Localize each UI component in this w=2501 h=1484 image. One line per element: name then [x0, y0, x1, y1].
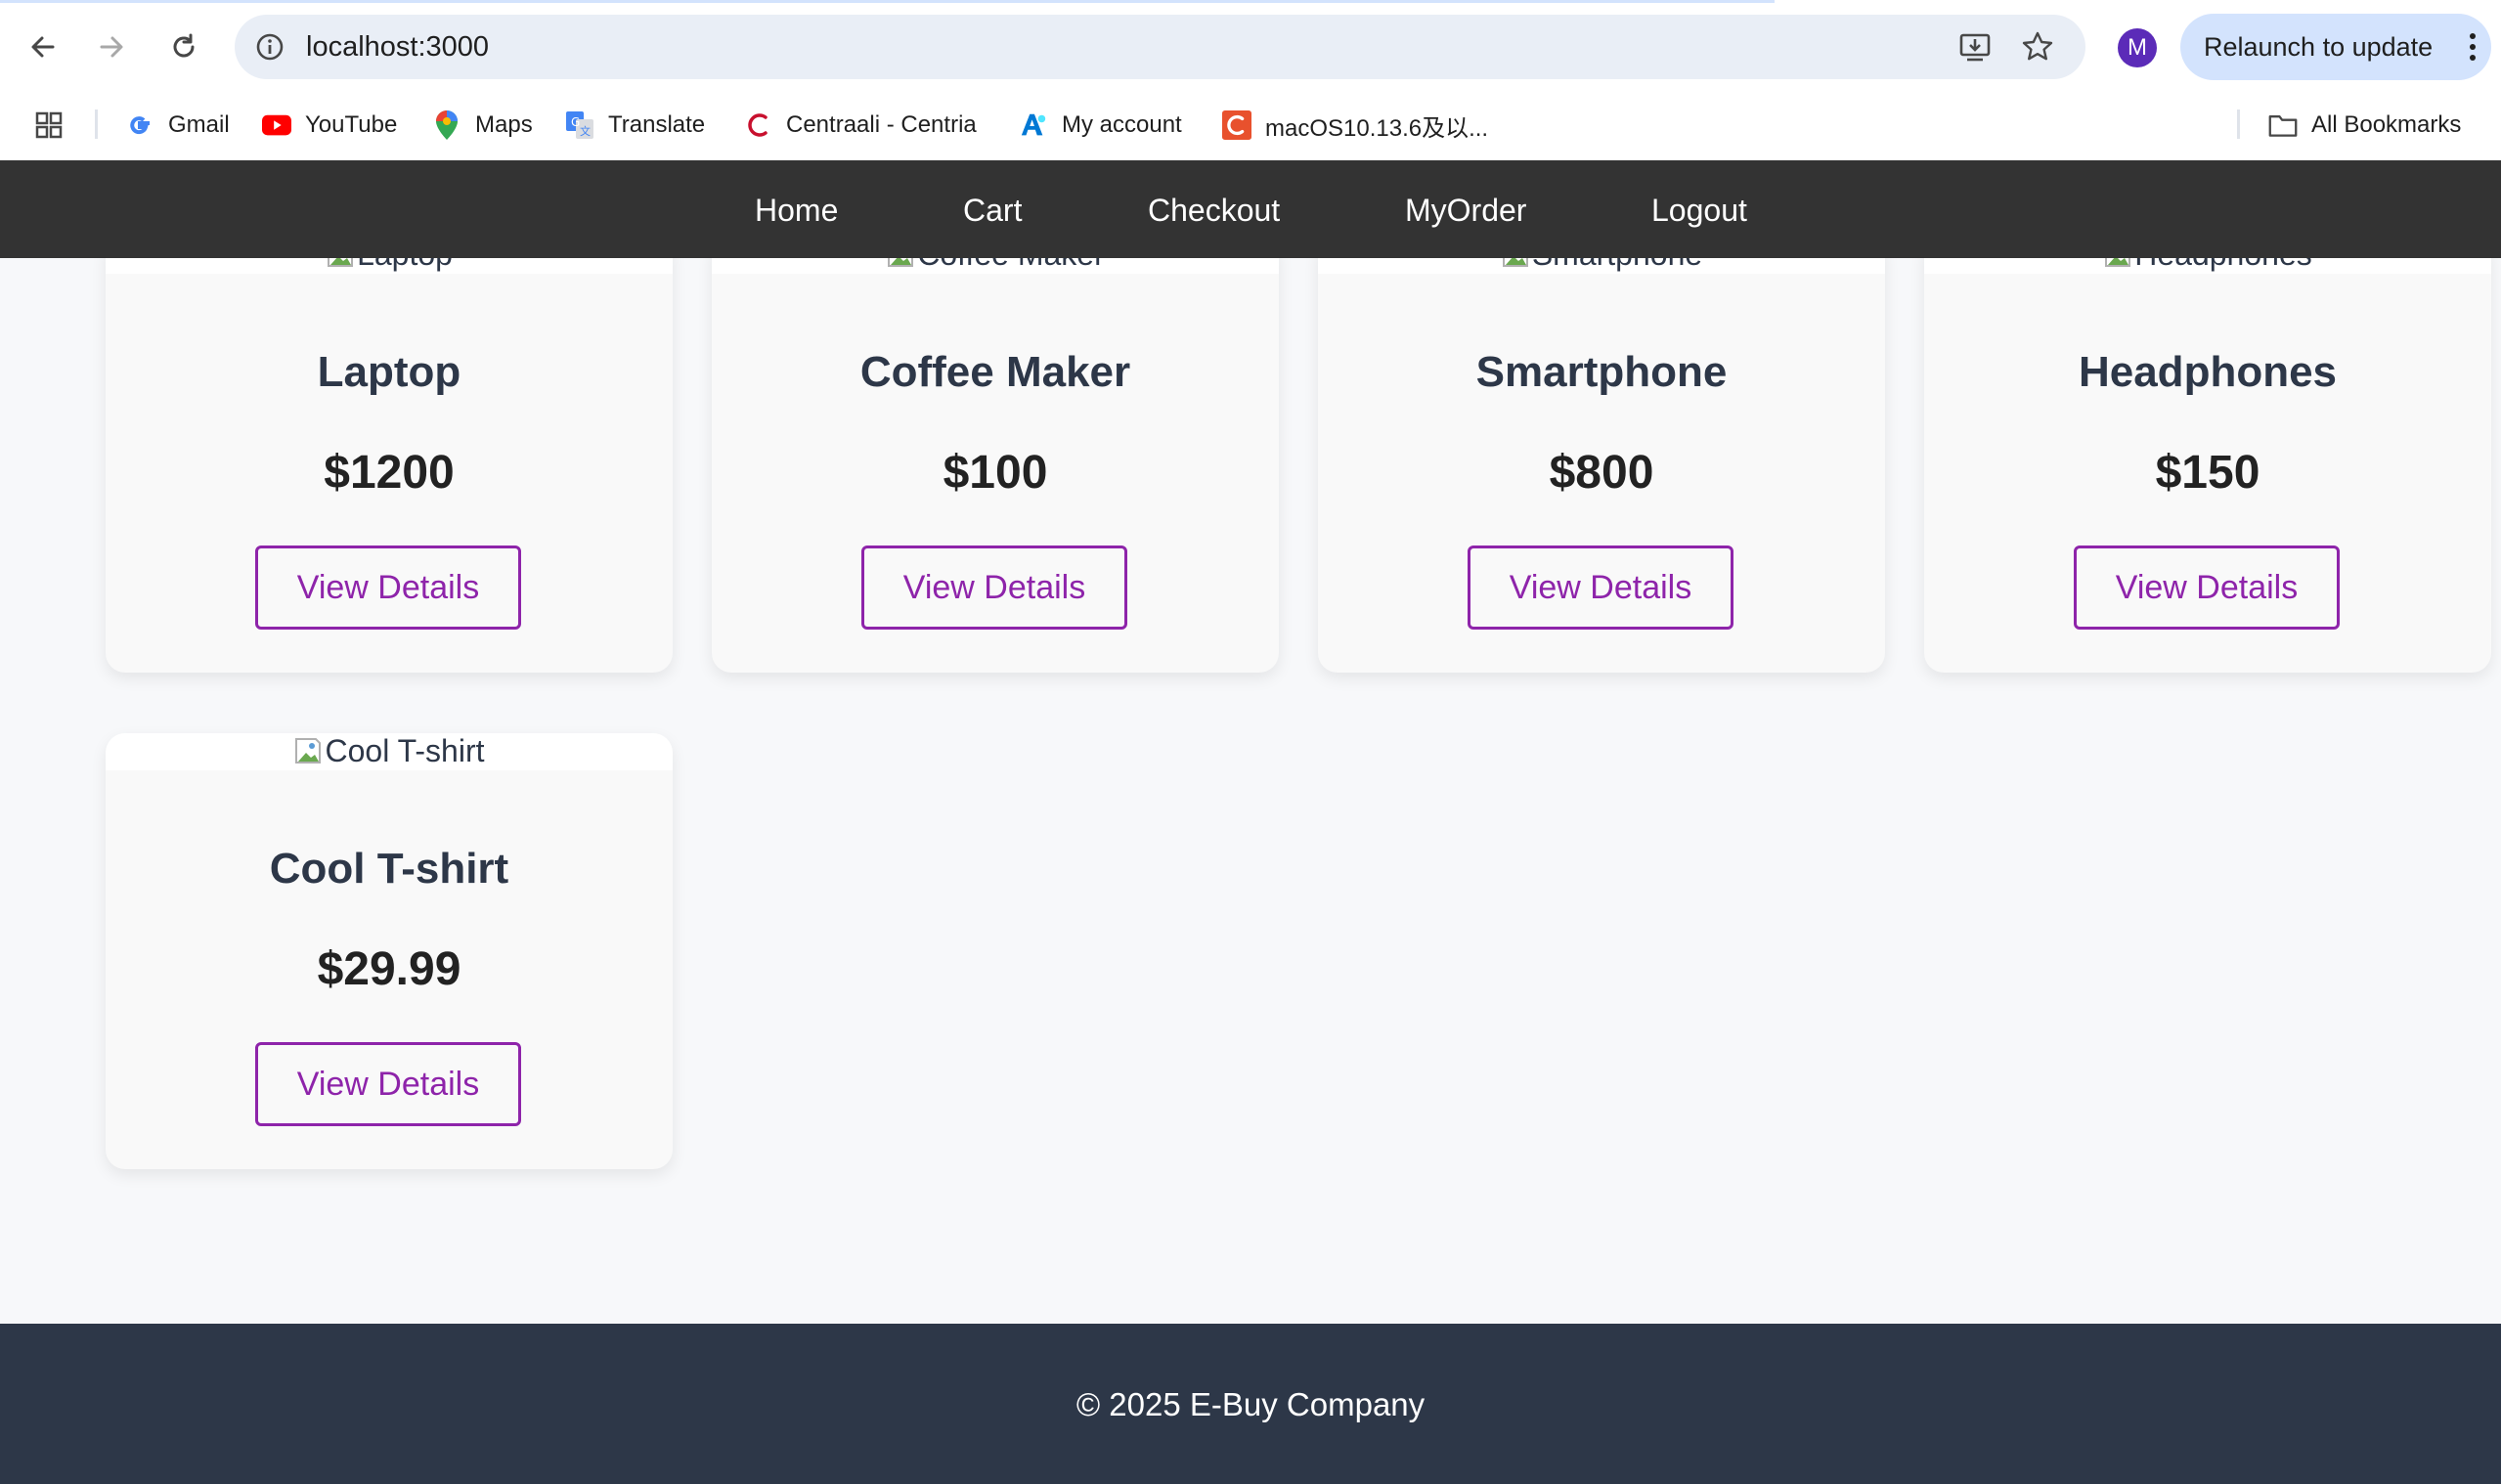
- install-app-icon[interactable]: [1957, 29, 1993, 65]
- bookmark-separator: [95, 109, 98, 139]
- c-logo-icon: [1222, 110, 1251, 140]
- back-button[interactable]: [16, 20, 70, 74]
- product-image: Coffee Maker: [712, 258, 1279, 274]
- bookmark-label: macOS10.13.6及以...: [1265, 114, 1489, 142]
- product-image: Cool T-shirt: [106, 733, 673, 770]
- svg-text:G: G: [571, 115, 580, 129]
- product-name: Headphones: [2078, 348, 2338, 396]
- product-card: Coffee Maker Coffee Maker $100 View Deta…: [712, 258, 1279, 673]
- nav-checkout-link[interactable]: Checkout: [1148, 193, 1280, 229]
- address-bar[interactable]: localhost:3000: [235, 15, 2085, 79]
- site-info-icon[interactable]: [252, 29, 287, 65]
- bookmark-youtube[interactable]: YouTube: [262, 98, 397, 153]
- product-price: $1200: [324, 447, 455, 499]
- product-name: Cool T-shirt: [269, 845, 509, 893]
- image-alt-text: Coffee Maker: [917, 258, 1105, 272]
- bookmark-gmail[interactable]: Gmail: [125, 98, 230, 153]
- view-details-button[interactable]: View Details: [2074, 546, 2340, 630]
- account-icon: [1019, 110, 1048, 140]
- bookmark-my-account[interactable]: My account: [1019, 98, 1182, 153]
- product-name: Smartphone: [1475, 348, 1728, 396]
- product-image: Smartphone: [1318, 258, 1885, 274]
- bookmark-macos[interactable]: macOS10.13.6及以...: [1222, 98, 1488, 153]
- url-text[interactable]: localhost:3000: [306, 31, 489, 64]
- bookmark-label: Translate: [608, 111, 706, 138]
- view-details-button[interactable]: View Details: [1468, 546, 1733, 630]
- apps-grid-icon: [35, 111, 63, 139]
- broken-image-icon: [1502, 258, 1528, 267]
- view-details-button[interactable]: View Details: [255, 546, 521, 630]
- image-alt-text: Cool T-shirt: [325, 733, 485, 768]
- bookmark-translate[interactable]: G文 Translate: [565, 98, 705, 153]
- relaunch-button[interactable]: Relaunch to update: [2180, 14, 2491, 80]
- browser-chrome: localhost:3000 M Relaunch to update Gmai…: [0, 0, 2501, 160]
- nav-home-link[interactable]: Home: [755, 193, 838, 229]
- reload-button[interactable]: [156, 20, 211, 74]
- image-alt-text: Laptop: [357, 258, 453, 272]
- product-price: $29.99: [317, 943, 461, 995]
- main-nav: Home Cart Checkout MyOrder Logout: [0, 160, 2501, 258]
- youtube-icon: [262, 110, 291, 140]
- broken-image-icon: [295, 738, 322, 764]
- broken-image-icon: [888, 258, 914, 267]
- nav-cart-link[interactable]: Cart: [963, 193, 1022, 229]
- product-price: $800: [1549, 447, 1654, 499]
- product-card: Headphones Headphones $150 View Details: [1924, 258, 2491, 673]
- translate-icon: G文: [565, 110, 594, 140]
- bookmark-label: YouTube: [305, 111, 398, 138]
- svg-text:文: 文: [580, 124, 591, 138]
- gmail-icon: [125, 110, 154, 140]
- bookmark-label: Gmail: [168, 111, 230, 138]
- footer: © 2025 E-Buy Company: [0, 1324, 2501, 1484]
- page: localhost:3000 M Relaunch to update Gmai…: [0, 0, 2501, 1484]
- bookmark-centria[interactable]: Centraali - Centria: [743, 98, 977, 153]
- copyright-text: © 2025 E-Buy Company: [1075, 1386, 1426, 1422]
- bookmark-label: Maps: [475, 111, 533, 138]
- product-card: Laptop Laptop $1200 View Details: [106, 258, 673, 673]
- product-grid: Laptop Laptop $1200 View Details Coffee …: [0, 258, 2501, 1324]
- loading-bar: [0, 0, 1775, 3]
- all-bookmarks-button[interactable]: All Bookmarks: [2268, 98, 2461, 153]
- apps-button[interactable]: [33, 98, 65, 153]
- bookmarks-bar: Gmail YouTube Maps G文 Translate Centraal…: [0, 98, 2501, 153]
- bookmark-label: Centraali - Centria: [786, 111, 977, 138]
- broken-image-icon: [328, 258, 354, 267]
- nav-myorder-link[interactable]: MyOrder: [1405, 193, 1526, 229]
- arrow-right-icon: [100, 36, 123, 58]
- bookmark-label: My account: [1062, 111, 1182, 138]
- maps-icon: [432, 110, 461, 140]
- bookmark-maps[interactable]: Maps: [432, 98, 533, 153]
- all-bookmarks-label: All Bookmarks: [2311, 111, 2462, 138]
- product-card: Smartphone Smartphone $800 View Details: [1318, 258, 1885, 673]
- star-icon[interactable]: [2020, 29, 2055, 65]
- nav-logout-link[interactable]: Logout: [1651, 193, 1747, 229]
- relaunch-label: Relaunch to update: [2204, 32, 2434, 62]
- view-details-button[interactable]: View Details: [861, 546, 1127, 630]
- product-price: $150: [2155, 447, 2260, 499]
- product-image: Laptop: [106, 258, 673, 274]
- image-alt-text: Headphones: [2134, 258, 2311, 272]
- arrow-left-icon: [31, 36, 55, 58]
- forward-button[interactable]: [84, 20, 139, 74]
- view-details-button[interactable]: View Details: [255, 1042, 521, 1126]
- reload-icon: [173, 33, 195, 58]
- product-name: Coffee Maker: [859, 348, 1131, 396]
- bookmark-separator: [2237, 109, 2240, 139]
- profile-avatar[interactable]: M: [2118, 28, 2157, 67]
- image-alt-text: Smartphone: [1532, 258, 1702, 272]
- folder-icon: [2268, 110, 2298, 140]
- broken-image-icon: [2105, 258, 2131, 267]
- more-vert-icon: [2470, 33, 2476, 61]
- product-card: Cool T-shirt Cool T-shirt $29.99 View De…: [106, 733, 673, 1169]
- product-image: Headphones: [1924, 258, 2491, 274]
- product-price: $100: [943, 447, 1048, 499]
- centria-icon: [743, 110, 772, 140]
- product-name: Laptop: [317, 348, 461, 396]
